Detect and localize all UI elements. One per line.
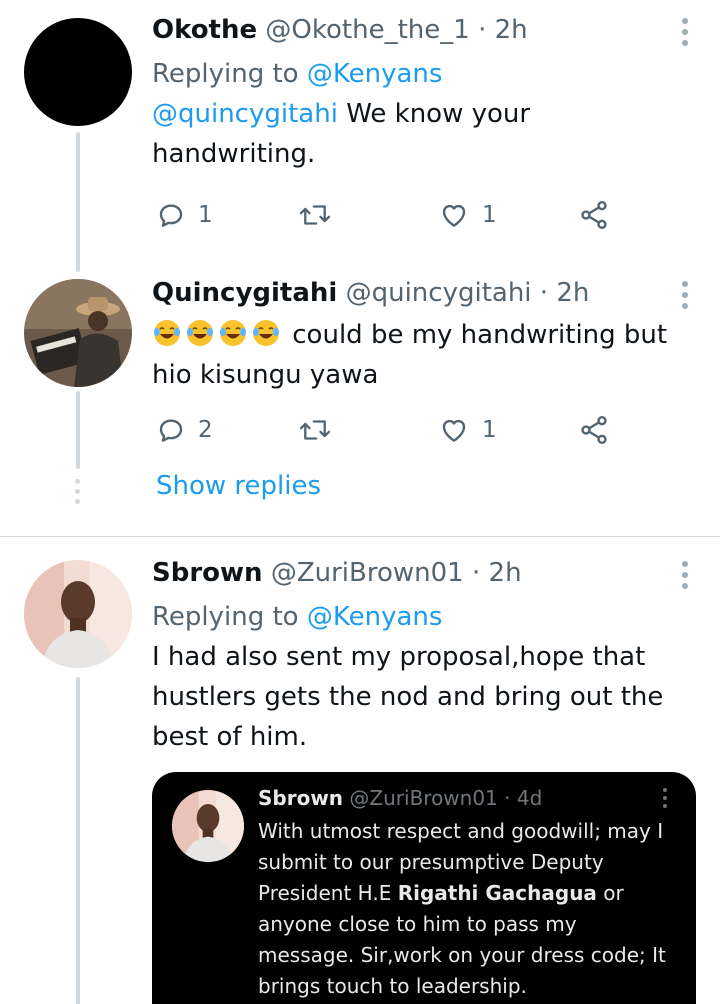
reply-button[interactable]: 2	[156, 410, 213, 450]
display-name[interactable]: Sbrown	[152, 558, 263, 588]
reply-icon	[159, 419, 183, 442]
avatar[interactable]	[24, 18, 132, 126]
heart-icon	[442, 419, 466, 442]
avatar-photo	[172, 790, 244, 862]
avatar[interactable]	[24, 560, 132, 668]
tears-of-joy-emoji-icon	[187, 320, 213, 346]
share-button[interactable]	[578, 410, 610, 450]
avatar-photo	[24, 279, 132, 387]
avatar-photo	[24, 560, 132, 668]
thread-line	[76, 391, 80, 469]
reply-icon	[159, 204, 183, 227]
mention-link[interactable]: @quincygitahi	[152, 99, 338, 129]
retweet-icon	[299, 420, 331, 440]
like-button[interactable]: 1	[438, 195, 497, 235]
tweet-text: I had also sent my proposal,hope that hu…	[152, 642, 664, 752]
tweet-header: Sbrown @ZuriBrown01 · 2h	[152, 555, 680, 591]
like-count: 1	[482, 202, 497, 228]
thread-line	[76, 132, 80, 272]
replying-to-label: Replying to	[152, 602, 307, 632]
share-icon	[581, 416, 607, 444]
more-vertical-icon[interactable]	[662, 788, 668, 812]
show-replies-link[interactable]: Show replies	[156, 471, 321, 501]
replying-to: Replying to @Kenyans	[152, 597, 680, 637]
tweet-header: Okothe @Okothe_the_1 · 2h	[152, 12, 680, 48]
avatar[interactable]	[172, 790, 244, 862]
reply-count: 2	[198, 417, 213, 443]
retweet-icon	[299, 205, 331, 225]
like-count: 1	[482, 417, 497, 443]
quoted-tweet-header: Sbrown @ZuriBrown01 · 4d	[258, 784, 542, 812]
user-handle[interactable]: @ZuriBrown01	[349, 786, 497, 810]
display-name[interactable]: Sbrown	[258, 786, 343, 810]
tweet-time[interactable]: · 4d	[504, 786, 542, 810]
tweet-text: @quincygitahi We know your handwriting.	[152, 94, 572, 174]
replying-to-label: Replying to	[152, 59, 307, 89]
tweet-quincygitahi[interactable]: Quincygitahi @quincygitahi · 2h could be…	[0, 265, 720, 535]
tweet-time[interactable]: · 2h	[540, 278, 590, 308]
user-handle[interactable]: @ZuriBrown01	[271, 558, 464, 588]
quoted-text-bold: Rigathi Gachagua	[397, 881, 597, 905]
quoted-tweet-card[interactable]: Sbrown @ZuriBrown01 · 4d With utmost res…	[152, 772, 696, 1004]
more-vertical-icon[interactable]	[680, 281, 690, 314]
more-vertical-icon[interactable]	[680, 18, 690, 51]
tweet-text: could be my handwriting but hio kisungu …	[152, 315, 680, 395]
tweet-time[interactable]: · 2h	[472, 558, 522, 588]
tweet-actions: 2 1	[152, 410, 622, 450]
display-name[interactable]: Quincygitahi	[152, 278, 337, 308]
replying-to-link[interactable]: @Kenyans	[307, 602, 443, 632]
retweet-button[interactable]	[298, 195, 344, 235]
more-vertical-icon[interactable]	[680, 561, 690, 594]
share-button[interactable]	[578, 195, 610, 235]
replying-to-link[interactable]: @Kenyans	[307, 59, 443, 89]
avatar[interactable]	[24, 279, 132, 387]
display-name[interactable]: Okothe	[152, 15, 257, 45]
laughing-emoji-group	[152, 320, 292, 350]
heart-icon	[442, 204, 466, 227]
user-handle[interactable]: @Okothe_the_1	[265, 15, 469, 45]
tears-of-joy-emoji-icon	[220, 320, 246, 346]
retweet-button[interactable]	[298, 410, 344, 450]
reply-button[interactable]: 1	[156, 195, 213, 235]
tears-of-joy-emoji-icon	[253, 320, 279, 346]
like-button[interactable]: 1	[438, 410, 497, 450]
quoted-tweet-text: With utmost respect and goodwill; may I …	[258, 816, 678, 1002]
reply-count: 1	[198, 202, 213, 228]
thread-continuation-dots	[75, 479, 81, 509]
tweet-header: Quincygitahi @quincygitahi · 2h	[152, 275, 680, 311]
replying-to: Replying to @Kenyans	[152, 54, 680, 94]
tears-of-joy-emoji-icon	[154, 320, 180, 346]
tweet-actions: 1 1	[152, 195, 622, 235]
thread-line	[76, 677, 80, 1004]
share-icon	[581, 201, 607, 229]
tweet-time[interactable]: · 2h	[478, 15, 528, 45]
user-handle[interactable]: @quincygitahi	[346, 278, 532, 308]
tweet-okothe[interactable]: Okothe @Okothe_the_1 · 2h Replying to @K…	[0, 0, 720, 272]
